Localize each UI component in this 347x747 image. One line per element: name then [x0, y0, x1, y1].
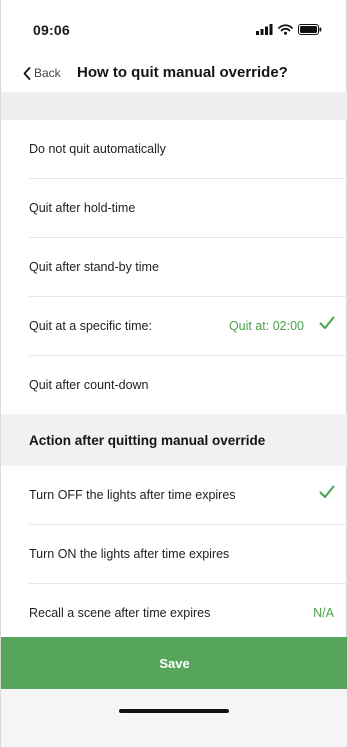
signal-icon [256, 24, 273, 35]
option-label: Recall a scene after time expires [29, 606, 211, 620]
option-quit-at-specific-time[interactable]: Quit at a specific time: Quit at: 02:00 [1, 297, 347, 356]
battery-icon [298, 24, 322, 35]
top-spacer [1, 92, 347, 120]
option-label: Quit at a specific time: [29, 319, 152, 333]
section-title: Action after quitting manual override [29, 433, 266, 448]
option-turn-off-lights[interactable]: Turn OFF the lights after time expires [1, 466, 347, 525]
status-bar: 09:06 [1, 0, 347, 50]
checkmark-icon [319, 316, 335, 329]
status-icons [256, 24, 322, 35]
recall-scene-value: N/A [313, 606, 334, 620]
option-label: Quit after count-down [29, 378, 149, 392]
option-label: Do not quit automatically [29, 142, 166, 156]
bottom-bar [1, 689, 347, 747]
home-indicator[interactable] [119, 709, 229, 713]
option-do-not-quit[interactable]: Do not quit automatically [1, 120, 347, 179]
option-quit-after-countdown[interactable]: Quit after count-down [1, 356, 347, 414]
option-recall-scene[interactable]: Recall a scene after time expires N/A [1, 584, 347, 643]
option-turn-on-lights[interactable]: Turn ON the lights after time expires [1, 525, 347, 584]
quit-time-value[interactable]: Quit at: 02:00 [229, 319, 304, 333]
option-label: Turn OFF the lights after time expires [29, 488, 236, 502]
option-quit-after-hold-time[interactable]: Quit after hold-time [1, 179, 347, 238]
page-title: How to quit manual override? [77, 64, 288, 81]
back-button[interactable]: Back [23, 66, 61, 80]
checkmark-icon [319, 485, 335, 498]
phone-screen: 09:06 Back How to quit manual override? … [0, 0, 347, 747]
section-header: Action after quitting manual override [1, 414, 347, 466]
option-quit-after-standby[interactable]: Quit after stand-by time [1, 238, 347, 297]
option-label: Quit after stand-by time [29, 260, 159, 274]
status-time: 09:06 [33, 22, 70, 38]
chevron-left-icon [23, 66, 31, 80]
option-label: Quit after hold-time [29, 201, 136, 215]
option-label: Turn ON the lights after time expires [29, 547, 230, 561]
save-button[interactable]: Save [1, 637, 347, 689]
back-label: Back [34, 66, 61, 80]
wifi-icon [278, 24, 293, 35]
navigation-bar: Back How to quit manual override? [1, 50, 347, 92]
